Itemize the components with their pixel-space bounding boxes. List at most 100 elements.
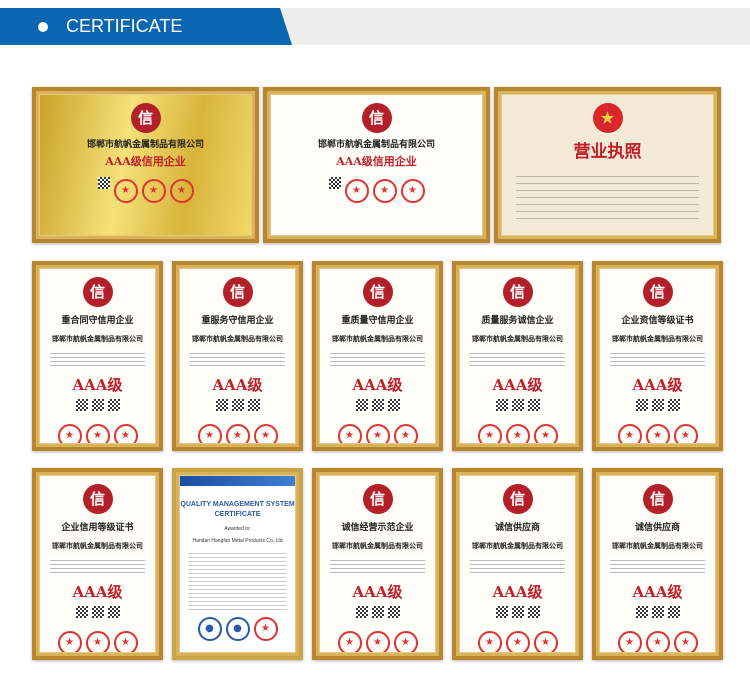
cert-grade: AAA级 <box>352 376 403 394</box>
stamp-icon: ★ <box>393 424 418 443</box>
stamp-icon: ★ <box>113 424 138 443</box>
cert-grade: AAA级 <box>212 376 263 394</box>
qr-code-icon <box>527 606 540 618</box>
license-text <box>516 170 699 220</box>
section-title: CERTIFICATE <box>66 16 183 36</box>
stamp-icon: ★ <box>393 631 418 652</box>
cert-title: 重服务守信用企业 <box>201 316 274 326</box>
qr-code-icon <box>355 399 368 411</box>
certificate-card[interactable]: 信企业资信等级证书 邯郸市航帆金属制品有限公司 AAA级 ★ ★ ★ <box>592 261 723 451</box>
cert-title: 诚信供应商 <box>494 523 540 533</box>
cert-grade: AAA级 <box>632 376 683 394</box>
certificate-card[interactable]: 信诚信经营示范企业 邯郸市航帆金属制品有限公司 AAA级 ★ ★ ★ <box>312 468 443 660</box>
qms-certificate[interactable]: QUALITY MANAGEMENT SYSTEM CERTIFICATE Awa… <box>172 468 303 660</box>
cert-grade: AAA级 <box>72 583 123 601</box>
certificate-gold-plaque[interactable]: 信 邯郸市航帆金属制品有限公司 AAA级信用企业 ★ ★ ★ <box>32 87 259 243</box>
stamp-icon: ★ <box>673 424 698 443</box>
qr-code-icon <box>231 399 244 411</box>
certificate-card[interactable]: 信诚信供应商 邯郸市航帆金属制品有限公司 AAA级 ★ ★ ★ <box>592 468 723 660</box>
qr-code-icon <box>75 399 88 411</box>
stamp-icon: ★ <box>673 631 698 652</box>
cert-title: AAA级信用企业 <box>105 155 186 168</box>
cert-grade: AAA级 <box>72 376 123 394</box>
certificate-card[interactable]: 信企业信用等级证书 邯郸市航帆金属制品有限公司 AAA级 ★ ★ ★ <box>32 468 163 660</box>
credit-seal-icon: 信 <box>82 277 113 307</box>
credit-seal-icon: 信 <box>361 103 392 133</box>
qr-code-icon <box>667 606 680 618</box>
qr-code-icon <box>107 606 120 618</box>
stamp-icon: ★ <box>225 424 250 443</box>
cert-company: 邯郸市航帆金属制品有限公司 <box>472 541 563 550</box>
certificate-card[interactable]: 信重合同守信用企业 邯郸市航帆金属制品有限公司 AAA级 ★ ★ ★ <box>32 261 163 451</box>
qr-code-icon <box>371 399 384 411</box>
certificate-card[interactable]: 信诚信供应商 邯郸市航帆金属制品有限公司 AAA级 ★ ★ ★ <box>452 468 583 660</box>
credit-seal-icon: 信 <box>362 484 393 514</box>
stamp-icon: ★ <box>253 424 278 443</box>
national-emblem-icon: ★ <box>592 103 623 133</box>
credit-seal-icon: 信 <box>502 484 533 514</box>
qr-code-icon <box>91 606 104 618</box>
cert-company: 邯郸市航帆金属制品有限公司 <box>612 334 703 343</box>
qr-code-icon <box>371 606 384 618</box>
qr-code-icon <box>651 399 664 411</box>
business-license[interactable]: ★ 营业执照 <box>494 87 721 243</box>
stamp-icon: ★ <box>113 631 138 652</box>
cert-grade: AAA级 <box>352 583 403 601</box>
license-title: 营业执照 <box>573 142 642 162</box>
stamp-icon: ★ <box>57 631 82 652</box>
cert-company: Handan Hangfan Metal Products Co.,Ltd <box>192 538 283 544</box>
cert-title: 诚信供应商 <box>634 523 680 533</box>
stamp-icon: ★ <box>645 631 670 652</box>
stamp-icon: ★ <box>533 631 558 652</box>
qr-code-icon <box>355 606 368 618</box>
certificate-white-plaque[interactable]: 信 邯郸市航帆金属制品有限公司 AAA级信用企业 ★ ★ ★ <box>263 87 490 243</box>
certificate-card[interactable]: 信重服务守信用企业 邯郸市航帆金属制品有限公司 AAA级 ★ ★ ★ <box>172 261 303 451</box>
section-header: CERTIFICATE <box>0 8 750 45</box>
cert-company: 邯郸市航帆金属制品有限公司 <box>612 541 703 550</box>
credit-seal-icon: 信 <box>362 277 393 307</box>
cert-title: 企业信用等级证书 <box>61 523 134 533</box>
qr-code-icon <box>387 606 400 618</box>
cert-company: 邯郸市航帆金属制品有限公司 <box>332 541 423 550</box>
cert-company: 邯郸市航帆金属制品有限公司 <box>192 334 283 343</box>
stamp-icon: ★ <box>400 179 425 203</box>
qr-code-icon <box>495 399 508 411</box>
credit-seal-icon: 信 <box>642 484 673 514</box>
stamp-icon: ★ <box>477 631 502 652</box>
qr-code-icon <box>635 399 648 411</box>
cert-title: QUALITY MANAGEMENT SYSTEM CERTIFICATE <box>180 501 295 518</box>
cert-title: 重合同守信用企业 <box>61 316 134 326</box>
qr-code-icon <box>511 606 524 618</box>
stamp-icon: ★ <box>365 424 390 443</box>
stamp-icon: ★ <box>337 424 362 443</box>
stamp-icon: ★ <box>533 424 558 443</box>
cert-title: 企业资信等级证书 <box>621 316 694 326</box>
qr-code-icon <box>495 606 508 618</box>
stamp-icon: ★ <box>617 631 642 652</box>
stamp-icon: ★ <box>197 424 222 443</box>
awarded-label: Awarded to: <box>224 526 251 532</box>
stamp-icon: ★ <box>57 424 82 443</box>
cert-grade: AAA级 <box>492 583 543 601</box>
stamp-icon: ★ <box>477 424 502 443</box>
qr-code-icon <box>107 399 120 411</box>
stamp-icon: ★ <box>141 179 166 203</box>
qr-code-icon <box>91 399 104 411</box>
stamp-icon: ★ <box>505 424 530 443</box>
certificate-card[interactable]: 信质量服务诚信企业 邯郸市航帆金属制品有限公司 AAA级 ★ ★ ★ <box>452 261 583 451</box>
stamp-icon: ★ <box>253 617 278 641</box>
cert-company: 邯郸市航帆金属制品有限公司 <box>52 541 143 550</box>
cert-company: 邯郸市航帆金属制品有限公司 <box>472 334 563 343</box>
qr-code-icon <box>635 606 648 618</box>
qr-code-icon <box>328 177 341 189</box>
certificate-card[interactable]: 信重质量守信用企业 邯郸市航帆金属制品有限公司 AAA级 ★ ★ ★ <box>312 261 443 451</box>
stamp-icon: ★ <box>505 631 530 652</box>
qms-banner <box>180 476 295 486</box>
cert-grade: AAA级 <box>492 376 543 394</box>
cert-title: 诚信经营示范企业 <box>341 523 414 533</box>
iaf-logo-icon: ● <box>197 617 222 641</box>
bullet-icon <box>38 22 48 32</box>
stamp-icon: ★ <box>85 631 110 652</box>
qr-code-icon <box>667 399 680 411</box>
qr-code-icon <box>387 399 400 411</box>
